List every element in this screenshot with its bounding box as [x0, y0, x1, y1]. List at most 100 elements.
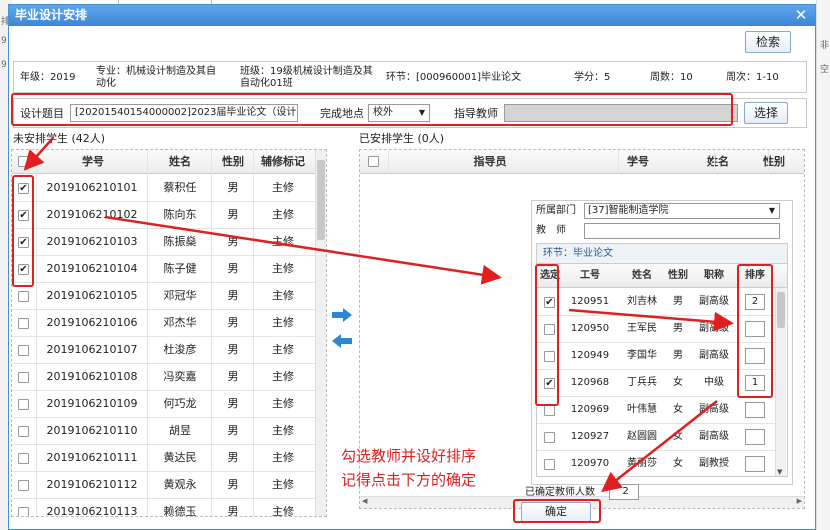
- assigned-label: 已安排学生 (0人): [359, 132, 445, 145]
- student-gender: 男: [227, 370, 239, 383]
- student-name: 胡昱: [169, 424, 191, 437]
- dept-value: [37]智能制造学院: [588, 205, 669, 216]
- student-mark: 主修: [272, 424, 294, 437]
- select-all-checkbox[interactable]: [18, 156, 29, 167]
- teacher-row[interactable]: 120970 黄丽莎 女 副教授: [537, 451, 775, 476]
- student-checkbox[interactable]: ✔: [18, 183, 29, 194]
- teacher-staff-id: 120927: [570, 431, 610, 442]
- rank-input[interactable]: [745, 348, 765, 364]
- student-checkbox[interactable]: [18, 480, 29, 491]
- confirm-button[interactable]: 确定: [521, 502, 591, 522]
- dept-select[interactable]: [37]智能制造学院 ▼: [584, 203, 780, 219]
- teacher-checkbox[interactable]: ✔: [544, 297, 555, 308]
- student-row[interactable]: ✔ 2019106210103 陈振燊 男 主修: [12, 229, 315, 256]
- teacher-list: 环节：毕业论文 选定 工号 姓名 性别 职称 排序 ✔ 120951 刘吉林男副高级…: [536, 243, 788, 477]
- student-checkbox[interactable]: [18, 453, 29, 464]
- teacher-checkbox[interactable]: [544, 324, 555, 335]
- student-id: 2019106210104: [46, 262, 138, 275]
- teacher-input[interactable]: [584, 223, 780, 239]
- student-row[interactable]: 2019106210107 杜浚彦 男 主修: [12, 337, 315, 364]
- student-checkbox[interactable]: [18, 318, 29, 329]
- assigned-select-all-checkbox[interactable]: [368, 156, 379, 167]
- teacher-gender: 男: [673, 296, 683, 307]
- unassigned-scroll-thumb[interactable]: [317, 160, 325, 240]
- confirmed-count-value: 2: [609, 484, 639, 500]
- rank-input[interactable]: 2: [745, 294, 765, 310]
- teacher-row[interactable]: 120927 赵圆圆 女 副高级: [537, 424, 775, 451]
- student-row[interactable]: 2019106210112 黄观永 男 主修: [12, 472, 315, 499]
- teacher-staff-id: 120949: [570, 350, 610, 361]
- teacher-name: 黄丽莎: [627, 458, 657, 469]
- student-checkbox[interactable]: [18, 399, 29, 410]
- rank-input[interactable]: 1: [745, 375, 765, 391]
- move-left-arrow-icon[interactable]: [331, 333, 353, 349]
- student-checkbox[interactable]: [18, 291, 29, 302]
- student-gender: 男: [227, 343, 239, 356]
- teacher-row[interactable]: ✔ 120951 刘吉林 男 副高级 2: [537, 289, 775, 316]
- rank-input[interactable]: [745, 402, 765, 418]
- weeks-label: 周数：10: [650, 72, 693, 83]
- student-checkbox[interactable]: ✔: [18, 264, 29, 275]
- place-select[interactable]: 校外 ▼: [368, 104, 430, 122]
- student-checkbox[interactable]: ✔: [18, 210, 29, 221]
- teacher-row[interactable]: 120969 叶伟慧 女 副高级: [537, 397, 775, 424]
- student-row[interactable]: ✔ 2019106210101 蔡积任 男 主修: [12, 175, 315, 202]
- week-range-label: 周次：1-10: [726, 72, 779, 83]
- student-name: 邓冠华: [163, 289, 197, 302]
- student-row[interactable]: 2019106210105 邓冠华 男 主修: [12, 283, 315, 310]
- student-checkbox[interactable]: [18, 507, 29, 516]
- col-staff-id: 工号: [580, 270, 600, 281]
- student-checkbox[interactable]: [18, 372, 29, 383]
- rank-input[interactable]: [745, 429, 765, 445]
- teacher-checkbox[interactable]: [544, 351, 555, 362]
- unassigned-scrollbar[interactable]: [315, 150, 326, 516]
- major-label: 专业：机械设计制造及其自动化: [96, 66, 216, 89]
- teacher-checkbox[interactable]: [544, 432, 555, 443]
- student-gender: 男: [227, 316, 239, 329]
- close-icon[interactable]: ✕: [793, 6, 809, 24]
- student-id: 2019106210103: [46, 235, 138, 248]
- student-mark: 主修: [272, 505, 294, 517]
- student-checkbox[interactable]: [18, 426, 29, 437]
- student-row[interactable]: ✔ 2019106210104 陈子健 男 主修: [12, 256, 315, 283]
- topic-field[interactable]: [20201540154000002]2023届毕业论文（设计）: [70, 104, 298, 122]
- advisor-label: 指导教师: [454, 107, 498, 120]
- teacher-row[interactable]: 120949 李国华 男 副高级: [537, 343, 775, 370]
- student-mark: 主修: [272, 181, 294, 194]
- col-student-id: 学号: [82, 155, 104, 168]
- rank-input[interactable]: [745, 456, 765, 472]
- teacher-scrollbar[interactable]: ▼: [775, 288, 786, 476]
- student-row[interactable]: 2019106210113 赖德玉 男 主修: [12, 499, 315, 517]
- choose-button[interactable]: 选择: [744, 102, 788, 124]
- assigned-grid-header: 指导员 学号 姓名 性别: [360, 150, 804, 174]
- col-advisor: 指导员: [473, 155, 507, 168]
- move-right-arrow-icon[interactable]: [331, 307, 353, 323]
- teacher-checkbox[interactable]: ✔: [544, 378, 555, 389]
- background-page-right: 非空: [816, 0, 830, 530]
- teacher-checkbox[interactable]: [544, 459, 555, 470]
- teacher-scroll-thumb[interactable]: [777, 292, 785, 328]
- student-row[interactable]: ✔ 2019106210102 陈向东 男 主修: [12, 202, 315, 229]
- rank-input[interactable]: [745, 321, 765, 337]
- teacher-staff-id: 120970: [570, 458, 610, 469]
- student-row[interactable]: 2019106210109 何巧龙 男 主修: [12, 391, 315, 418]
- teacher-row[interactable]: 120950 王军民 男 副高级: [537, 316, 775, 343]
- advisor-field: [504, 104, 738, 122]
- student-checkbox[interactable]: ✔: [18, 237, 29, 248]
- teacher-name: 赵圆圆: [627, 431, 657, 442]
- student-row[interactable]: 2019106210111 黄达民 男 主修: [12, 445, 315, 472]
- scroll-down-icon[interactable]: ▼: [777, 468, 782, 476]
- teacher-row[interactable]: ✔ 120968 丁兵兵 女 中级 1: [537, 370, 775, 397]
- teacher-gender: 女: [673, 458, 683, 469]
- teacher-gender: 男: [673, 350, 683, 361]
- student-checkbox[interactable]: [18, 345, 29, 356]
- student-row[interactable]: 2019106210108 冯奕嘉 男 主修: [12, 364, 315, 391]
- search-button[interactable]: 检索: [745, 31, 791, 53]
- student-row[interactable]: 2019106210110 胡昱 男 主修: [12, 418, 315, 445]
- teacher-checkbox[interactable]: [544, 405, 555, 416]
- student-row[interactable]: 2019106210106 邓杰华 男 主修: [12, 310, 315, 337]
- student-id: 2019106210113: [46, 505, 138, 517]
- teacher-name: 李国华: [627, 350, 657, 361]
- dept-dropdown-icon: ▼: [768, 206, 775, 215]
- col-teacher-title: 职称: [704, 270, 724, 281]
